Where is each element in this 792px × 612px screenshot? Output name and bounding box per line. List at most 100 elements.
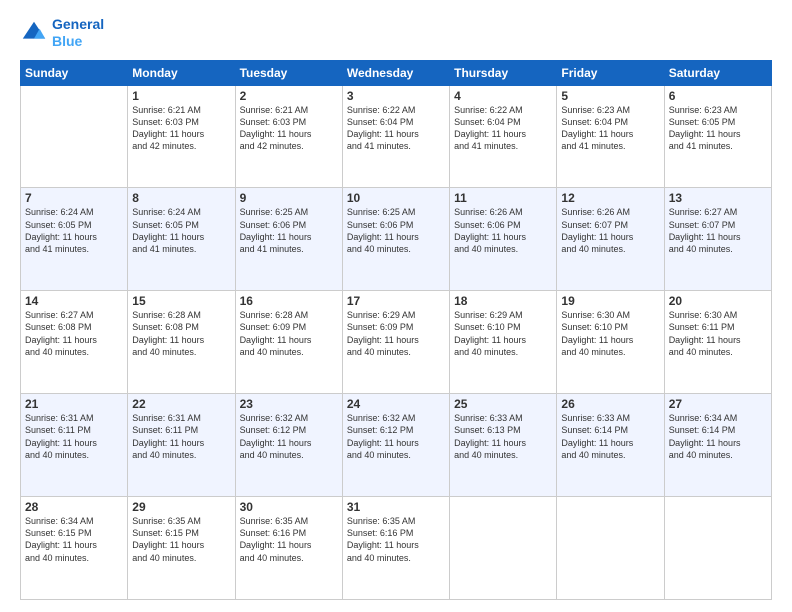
calendar-week-3: 14Sunrise: 6:27 AM Sunset: 6:08 PM Dayli… (21, 291, 772, 394)
day-info: Sunrise: 6:31 AM Sunset: 6:11 PM Dayligh… (25, 412, 123, 461)
day-info: Sunrise: 6:23 AM Sunset: 6:04 PM Dayligh… (561, 104, 659, 153)
day-number: 21 (25, 397, 123, 411)
logo-icon (20, 19, 48, 47)
calendar-header-wednesday: Wednesday (342, 60, 449, 85)
day-info: Sunrise: 6:25 AM Sunset: 6:06 PM Dayligh… (347, 206, 445, 255)
calendar-cell: 21Sunrise: 6:31 AM Sunset: 6:11 PM Dayli… (21, 394, 128, 497)
day-info: Sunrise: 6:21 AM Sunset: 6:03 PM Dayligh… (240, 104, 338, 153)
day-number: 11 (454, 191, 552, 205)
day-info: Sunrise: 6:35 AM Sunset: 6:16 PM Dayligh… (240, 515, 338, 564)
calendar-cell: 16Sunrise: 6:28 AM Sunset: 6:09 PM Dayli… (235, 291, 342, 394)
day-number: 22 (132, 397, 230, 411)
day-number: 3 (347, 89, 445, 103)
calendar-cell: 3Sunrise: 6:22 AM Sunset: 6:04 PM Daylig… (342, 85, 449, 188)
day-number: 28 (25, 500, 123, 514)
calendar-header-row: SundayMondayTuesdayWednesdayThursdayFrid… (21, 60, 772, 85)
calendar-cell: 8Sunrise: 6:24 AM Sunset: 6:05 PM Daylig… (128, 188, 235, 291)
day-info: Sunrise: 6:31 AM Sunset: 6:11 PM Dayligh… (132, 412, 230, 461)
calendar-cell: 12Sunrise: 6:26 AM Sunset: 6:07 PM Dayli… (557, 188, 664, 291)
calendar-cell: 27Sunrise: 6:34 AM Sunset: 6:14 PM Dayli… (664, 394, 771, 497)
day-info: Sunrise: 6:30 AM Sunset: 6:11 PM Dayligh… (669, 309, 767, 358)
day-info: Sunrise: 6:28 AM Sunset: 6:08 PM Dayligh… (132, 309, 230, 358)
calendar-header-sunday: Sunday (21, 60, 128, 85)
calendar-cell: 24Sunrise: 6:32 AM Sunset: 6:12 PM Dayli… (342, 394, 449, 497)
calendar-cell (664, 497, 771, 600)
day-number: 10 (347, 191, 445, 205)
calendar-cell: 31Sunrise: 6:35 AM Sunset: 6:16 PM Dayli… (342, 497, 449, 600)
calendar-cell: 17Sunrise: 6:29 AM Sunset: 6:09 PM Dayli… (342, 291, 449, 394)
day-info: Sunrise: 6:25 AM Sunset: 6:06 PM Dayligh… (240, 206, 338, 255)
calendar-cell (557, 497, 664, 600)
day-info: Sunrise: 6:27 AM Sunset: 6:08 PM Dayligh… (25, 309, 123, 358)
calendar-cell (450, 497, 557, 600)
day-info: Sunrise: 6:24 AM Sunset: 6:05 PM Dayligh… (132, 206, 230, 255)
day-number: 7 (25, 191, 123, 205)
day-number: 5 (561, 89, 659, 103)
calendar-cell: 13Sunrise: 6:27 AM Sunset: 6:07 PM Dayli… (664, 188, 771, 291)
day-number: 17 (347, 294, 445, 308)
day-info: Sunrise: 6:29 AM Sunset: 6:10 PM Dayligh… (454, 309, 552, 358)
day-number: 6 (669, 89, 767, 103)
day-info: Sunrise: 6:32 AM Sunset: 6:12 PM Dayligh… (240, 412, 338, 461)
day-number: 1 (132, 89, 230, 103)
day-number: 2 (240, 89, 338, 103)
logo-text: General Blue (52, 16, 104, 50)
calendar-cell: 5Sunrise: 6:23 AM Sunset: 6:04 PM Daylig… (557, 85, 664, 188)
day-number: 25 (454, 397, 552, 411)
calendar-header-friday: Friday (557, 60, 664, 85)
calendar-cell: 26Sunrise: 6:33 AM Sunset: 6:14 PM Dayli… (557, 394, 664, 497)
calendar-cell: 30Sunrise: 6:35 AM Sunset: 6:16 PM Dayli… (235, 497, 342, 600)
calendar-cell: 7Sunrise: 6:24 AM Sunset: 6:05 PM Daylig… (21, 188, 128, 291)
day-number: 24 (347, 397, 445, 411)
calendar-cell: 22Sunrise: 6:31 AM Sunset: 6:11 PM Dayli… (128, 394, 235, 497)
day-number: 26 (561, 397, 659, 411)
day-number: 12 (561, 191, 659, 205)
calendar-cell: 15Sunrise: 6:28 AM Sunset: 6:08 PM Dayli… (128, 291, 235, 394)
header: General Blue (20, 16, 772, 50)
day-info: Sunrise: 6:32 AM Sunset: 6:12 PM Dayligh… (347, 412, 445, 461)
day-number: 8 (132, 191, 230, 205)
day-info: Sunrise: 6:26 AM Sunset: 6:07 PM Dayligh… (561, 206, 659, 255)
day-info: Sunrise: 6:30 AM Sunset: 6:10 PM Dayligh… (561, 309, 659, 358)
calendar-cell: 23Sunrise: 6:32 AM Sunset: 6:12 PM Dayli… (235, 394, 342, 497)
calendar-cell: 4Sunrise: 6:22 AM Sunset: 6:04 PM Daylig… (450, 85, 557, 188)
day-info: Sunrise: 6:34 AM Sunset: 6:15 PM Dayligh… (25, 515, 123, 564)
day-number: 4 (454, 89, 552, 103)
day-info: Sunrise: 6:22 AM Sunset: 6:04 PM Dayligh… (454, 104, 552, 153)
day-info: Sunrise: 6:22 AM Sunset: 6:04 PM Dayligh… (347, 104, 445, 153)
calendar-header-saturday: Saturday (664, 60, 771, 85)
calendar-cell: 6Sunrise: 6:23 AM Sunset: 6:05 PM Daylig… (664, 85, 771, 188)
day-info: Sunrise: 6:26 AM Sunset: 6:06 PM Dayligh… (454, 206, 552, 255)
day-info: Sunrise: 6:27 AM Sunset: 6:07 PM Dayligh… (669, 206, 767, 255)
calendar-header-tuesday: Tuesday (235, 60, 342, 85)
day-info: Sunrise: 6:23 AM Sunset: 6:05 PM Dayligh… (669, 104, 767, 153)
day-info: Sunrise: 6:33 AM Sunset: 6:14 PM Dayligh… (561, 412, 659, 461)
page: General Blue SundayMondayTuesdayWednesda… (0, 0, 792, 612)
calendar-cell: 1Sunrise: 6:21 AM Sunset: 6:03 PM Daylig… (128, 85, 235, 188)
calendar-week-4: 21Sunrise: 6:31 AM Sunset: 6:11 PM Dayli… (21, 394, 772, 497)
calendar-cell: 9Sunrise: 6:25 AM Sunset: 6:06 PM Daylig… (235, 188, 342, 291)
calendar-cell: 2Sunrise: 6:21 AM Sunset: 6:03 PM Daylig… (235, 85, 342, 188)
calendar-header-monday: Monday (128, 60, 235, 85)
logo: General Blue (20, 16, 104, 50)
calendar-cell: 14Sunrise: 6:27 AM Sunset: 6:08 PM Dayli… (21, 291, 128, 394)
day-info: Sunrise: 6:21 AM Sunset: 6:03 PM Dayligh… (132, 104, 230, 153)
day-number: 15 (132, 294, 230, 308)
day-number: 31 (347, 500, 445, 514)
day-number: 30 (240, 500, 338, 514)
calendar-cell: 29Sunrise: 6:35 AM Sunset: 6:15 PM Dayli… (128, 497, 235, 600)
calendar-cell: 19Sunrise: 6:30 AM Sunset: 6:10 PM Dayli… (557, 291, 664, 394)
calendar-cell: 10Sunrise: 6:25 AM Sunset: 6:06 PM Dayli… (342, 188, 449, 291)
day-number: 23 (240, 397, 338, 411)
calendar-week-2: 7 Sunrise: 6:24 AM Sunset: 6:05 PM Daylig… (21, 188, 772, 291)
day-info: Sunrise: 6:35 AM Sunset: 6:16 PM Dayligh… (347, 515, 445, 564)
day-info: Sunrise: 6:28 AM Sunset: 6:09 PM Dayligh… (240, 309, 338, 358)
day-number: 18 (454, 294, 552, 308)
day-info: Sunrise: 6:35 AM Sunset: 6:15 PM Dayligh… (132, 515, 230, 564)
day-info: Sunrise: 6:34 AM Sunset: 6:14 PM Dayligh… (669, 412, 767, 461)
day-number: 27 (669, 397, 767, 411)
day-info: Sunrise: 6:33 AM Sunset: 6:13 PM Dayligh… (454, 412, 552, 461)
calendar-cell: 18Sunrise: 6:29 AM Sunset: 6:10 PM Dayli… (450, 291, 557, 394)
calendar-cell (21, 85, 128, 188)
day-info: Sunrise: 6:29 AM Sunset: 6:09 PM Dayligh… (347, 309, 445, 358)
